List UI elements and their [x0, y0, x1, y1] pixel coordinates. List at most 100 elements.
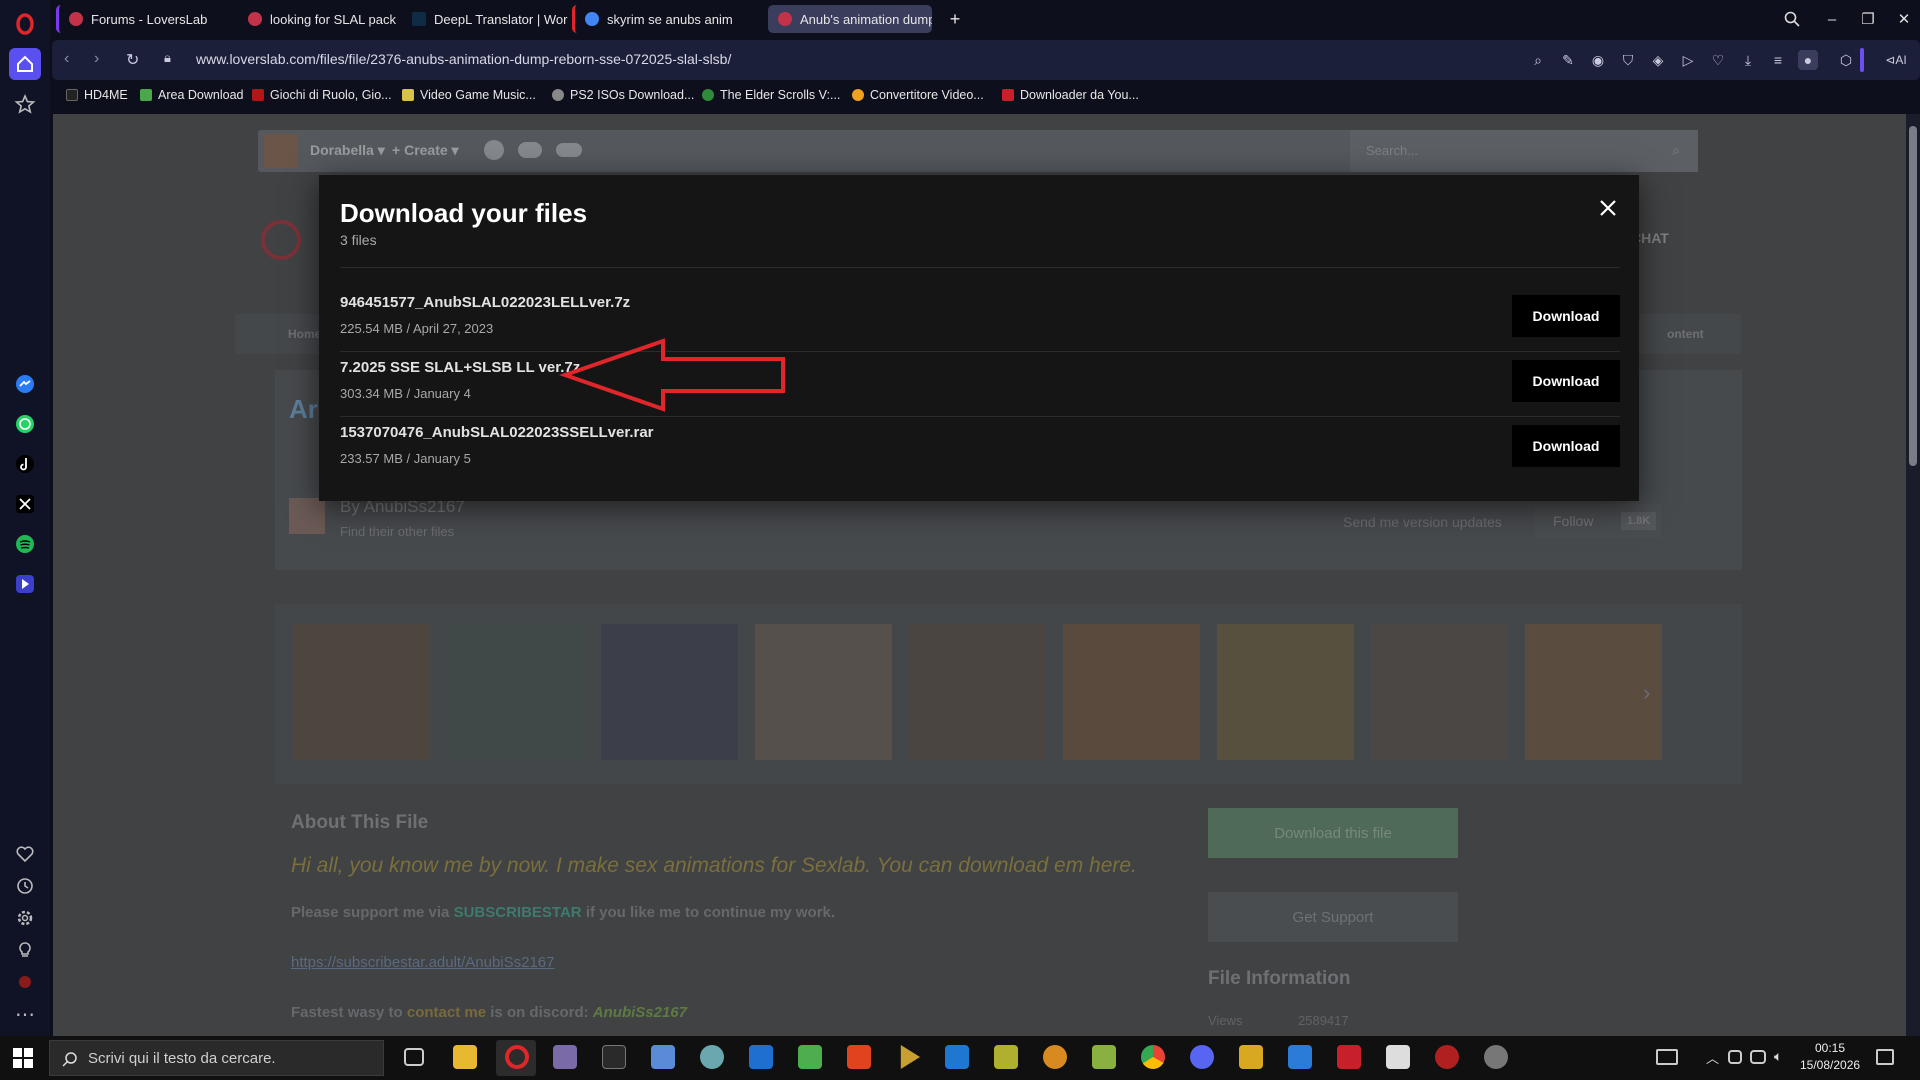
camera-icon[interactable]: ◉: [1588, 50, 1608, 70]
shield-icon[interactable]: ⛉: [1618, 50, 1638, 70]
subscribestar-link[interactable]: SUBSCRIBESTAR: [454, 904, 582, 921]
download-button[interactable]: Download: [1512, 295, 1620, 337]
bookmark-area-download[interactable]: Area Download: [140, 88, 243, 102]
tray-app-icon[interactable]: [1728, 1050, 1742, 1064]
bookmark-downloader[interactable]: Downloader da You...: [1002, 88, 1139, 102]
new-tab-button[interactable]: +: [941, 5, 969, 33]
gallery-thumb-7[interactable]: [1217, 624, 1354, 760]
url-field[interactable]: www.loverslab.com/files/file/2376-anubs-…: [196, 51, 731, 67]
app-icon[interactable]: [700, 1045, 724, 1069]
close-window-icon[interactable]: ✕: [1892, 8, 1916, 30]
app-icon[interactable]: [1239, 1045, 1263, 1069]
tab-anub-animation[interactable]: Anub's animation dump (: [768, 5, 932, 33]
app-icon[interactable]: [1386, 1045, 1410, 1069]
page-scrollbar[interactable]: [1906, 114, 1920, 1036]
history-icon[interactable]: [9, 870, 41, 902]
app-icon[interactable]: [994, 1045, 1018, 1069]
gallery-thumb-1[interactable]: [293, 624, 430, 760]
network-icon[interactable]: [1750, 1050, 1766, 1064]
minimize-icon[interactable]: –: [1820, 8, 1844, 30]
avatar[interactable]: [264, 134, 298, 168]
task-view-icon[interactable]: [404, 1048, 424, 1066]
gallery-thumb-8[interactable]: [1371, 624, 1508, 760]
app-icon[interactable]: [945, 1045, 969, 1069]
download-button[interactable]: Download: [1512, 360, 1620, 402]
play-icon[interactable]: ▷: [1678, 50, 1698, 70]
gallery-thumb-4[interactable]: [755, 624, 892, 760]
bookmark-elder-scrolls[interactable]: The Elder Scrolls V:...: [702, 88, 840, 102]
home-icon[interactable]: [9, 48, 41, 80]
ublock-icon[interactable]: [9, 966, 41, 998]
discord-icon[interactable]: [1190, 1045, 1214, 1069]
app-icon[interactable]: [749, 1045, 773, 1069]
chat-bubble-icon[interactable]: [518, 142, 542, 158]
gallery-thumb-9[interactable]: [1525, 624, 1662, 760]
get-support-button[interactable]: Get Support: [1208, 892, 1458, 942]
site-search-box[interactable]: Search... ⌕: [1350, 130, 1698, 172]
gallery-thumb-3[interactable]: [601, 624, 738, 760]
app-icon[interactable]: [900, 1045, 920, 1069]
app-icon[interactable]: [553, 1045, 577, 1069]
tab-deepl[interactable]: DeepL Translator | World's: [402, 5, 568, 33]
contact-me-link[interactable]: contact me: [407, 1004, 486, 1021]
globe-icon[interactable]: [484, 140, 504, 160]
forward-icon[interactable]: ›: [94, 50, 99, 68]
whatsapp-icon[interactable]: [9, 408, 41, 440]
app-icon[interactable]: [1043, 1045, 1067, 1069]
chrome-icon[interactable]: [1141, 1045, 1165, 1069]
app-icon[interactable]: [1337, 1045, 1361, 1069]
bookmark-video-game-music[interactable]: Video Game Music...: [402, 88, 536, 102]
reload-icon[interactable]: ↻: [126, 50, 139, 70]
search-icon[interactable]: ⌕: [1672, 142, 1680, 159]
heart-outline-icon[interactable]: ♡: [1708, 50, 1728, 70]
tab-search-icon[interactable]: [1780, 8, 1804, 30]
gallery-thumb-5[interactable]: [909, 624, 1046, 760]
settings-gear-icon[interactable]: [9, 902, 41, 934]
download-this-file-button[interactable]: Download this file: [1208, 808, 1458, 858]
app-icon[interactable]: [602, 1045, 626, 1069]
menu-icon[interactable]: ≡: [1768, 50, 1788, 70]
tiktok-icon[interactable]: [9, 448, 41, 480]
edit-icon[interactable]: ✎: [1558, 50, 1578, 70]
tab-forums[interactable]: Forums - LoversLab: [56, 5, 234, 33]
vpn-icon[interactable]: ◈: [1648, 50, 1668, 70]
taskbar-search-input[interactable]: Scrivi qui il testo da cercare.: [88, 1050, 276, 1067]
app-icon[interactable]: [1288, 1045, 1312, 1069]
clock-date[interactable]: 15/08/2026: [1800, 1058, 1860, 1072]
file-explorer-icon[interactable]: [453, 1045, 477, 1069]
bookmark-giochi[interactable]: Giochi di Ruolo, Gio...: [252, 88, 392, 102]
user-menu[interactable]: Dorabella ▾: [310, 142, 385, 159]
version-updates-link[interactable]: Send me version updates: [1343, 514, 1502, 530]
breadcrumb[interactable]: Home: [288, 327, 321, 341]
bookmark-hd4me[interactable]: HD4ME: [66, 88, 128, 102]
app-icon[interactable]: [798, 1045, 822, 1069]
content-link[interactable]: ontent: [1667, 327, 1704, 341]
app-icon[interactable]: [651, 1045, 675, 1069]
windows-start-icon[interactable]: [13, 1048, 33, 1068]
gallery-thumb-2[interactable]: [447, 624, 584, 760]
volume-icon[interactable]: 🔈︎: [1774, 1048, 1782, 1065]
clock-time[interactable]: 00:15: [1800, 1041, 1860, 1055]
player-icon[interactable]: [9, 568, 41, 600]
bookmark-ps2-isos[interactable]: PS2 ISOs Download...: [552, 88, 694, 102]
gallery-next-icon[interactable]: ›: [1643, 680, 1650, 706]
more-options-icon[interactable]: ⋯: [9, 998, 41, 1030]
tray-chevron-icon[interactable]: ︿: [1706, 1048, 1719, 1067]
author-sub[interactable]: Find their other files: [340, 524, 454, 539]
heart-icon[interactable]: [9, 838, 41, 870]
notifications-icon[interactable]: [1876, 1049, 1894, 1065]
site-logo-icon[interactable]: [261, 220, 301, 260]
opera-logo-icon[interactable]: [9, 8, 41, 40]
back-icon[interactable]: ‹: [64, 50, 69, 68]
bookmark-convertitore[interactable]: Convertitore Video...: [852, 88, 984, 102]
app-icon[interactable]: [1092, 1045, 1116, 1069]
tab-slal-pack[interactable]: looking for SLAL pack con: [238, 5, 398, 33]
app-icon[interactable]: [1484, 1045, 1508, 1069]
spotify-icon[interactable]: [9, 528, 41, 560]
subscribestar-url-link[interactable]: https://subscribestar.adult/AnubiSs2167: [291, 954, 555, 971]
author-avatar[interactable]: [289, 498, 325, 534]
tab-google-search[interactable]: skyrim se anubs animation: [572, 5, 732, 33]
taskbar-search[interactable]: Scrivi qui il testo da cercare.: [49, 1040, 384, 1076]
lightbulb-icon[interactable]: [9, 934, 41, 966]
keyboard-icon[interactable]: [1656, 1049, 1678, 1065]
